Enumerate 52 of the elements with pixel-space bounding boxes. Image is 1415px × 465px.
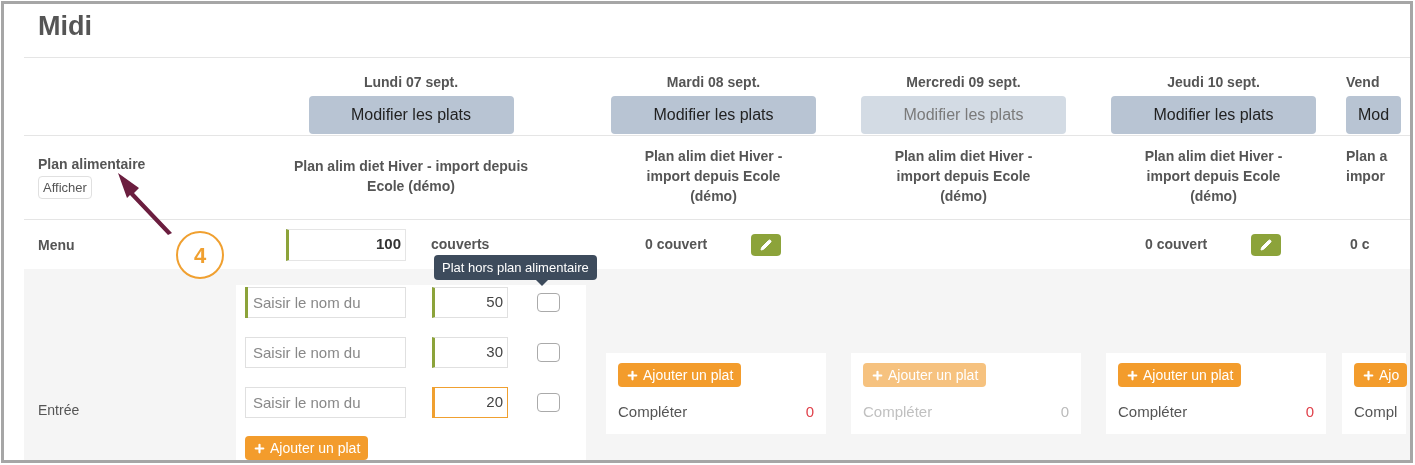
quantity-field[interactable]: 20 [432,387,508,418]
servings-count: 0 couvert [645,235,708,254]
edit-dishes-button[interactable]: Modifier les plats [308,96,514,134]
servings-unit: couverts [431,235,490,254]
edit-dishes-button[interactable]: Modifier les plats [611,96,816,134]
checkbox[interactable] [537,343,560,362]
edit-button[interactable] [1251,233,1282,256]
dish-name-field[interactable]: Saisir le nom du [245,387,406,418]
tooltip: Plat hors plan alimentaire [434,255,597,286]
pencil-icon [760,238,773,251]
meal-plan-name: Plan alim diet Hiver - import depuis Ecole (démo) [893,147,1034,206]
meal-plan-name: Plan alim diet Hiver - import depuis Ecole (démo) [643,147,784,206]
dish-name-field[interactable]: Saisir le nom du [245,287,406,318]
row-label: Plan alimentaire [38,155,146,174]
complete-label: Compléter [1118,402,1188,422]
plus-icon [253,441,266,455]
day-date: Lundi 07 sept. [363,73,459,92]
row-label: Entrée [38,401,80,420]
plus-icon [626,368,639,382]
complete-count: 0 [1305,402,1314,422]
day-date: Vend [1346,73,1380,92]
day-date: Jeudi 10 sept. [1167,73,1260,92]
complete-count: 0 [1060,402,1069,422]
dish-name-field[interactable]: Saisir le nom du [245,337,406,368]
pencil-icon [1260,238,1273,251]
row-label: Menu [38,236,75,253]
quantity-field[interactable]: 30 [432,337,508,368]
plus-icon [1362,368,1375,382]
step-number-badge: 4 [176,231,224,279]
meal-plan-name: Plan a impor [1346,147,1389,186]
servings-count: 0 couvert [1145,235,1208,254]
plus-icon [871,368,884,382]
edit-dishes-button[interactable]: Modifier les plats [1111,96,1316,134]
checkbox[interactable] [537,293,560,312]
quantity-field[interactable]: 50 [432,287,508,318]
show-button[interactable]: Afficher [38,176,92,199]
meal-plan-name: Plan alim diet Hiver - import depuis Ecole (démo) [292,157,530,196]
section-title: Midi [38,10,92,44]
servings-count: 0 c [1350,235,1370,254]
edit-button[interactable] [751,233,782,256]
edit-dishes-button[interactable]: Mod [1346,96,1402,134]
day-date: Mardi 08 sept. [666,73,761,92]
plus-icon [1126,368,1139,382]
complete-label: Compléter [863,402,933,422]
day-date: Mercredi 09 sept. [906,73,1021,92]
servings-field[interactable]: 100 [286,228,406,261]
complete-count: 0 [805,402,814,422]
complete-label: Compléter [618,402,688,422]
meal-plan-name: Plan alim diet Hiver - import depuis Ecole (démo) [1143,147,1284,206]
checkbox[interactable] [537,393,560,412]
complete-label: Compl [1354,402,1398,422]
pointer-arrow [116,171,174,235]
